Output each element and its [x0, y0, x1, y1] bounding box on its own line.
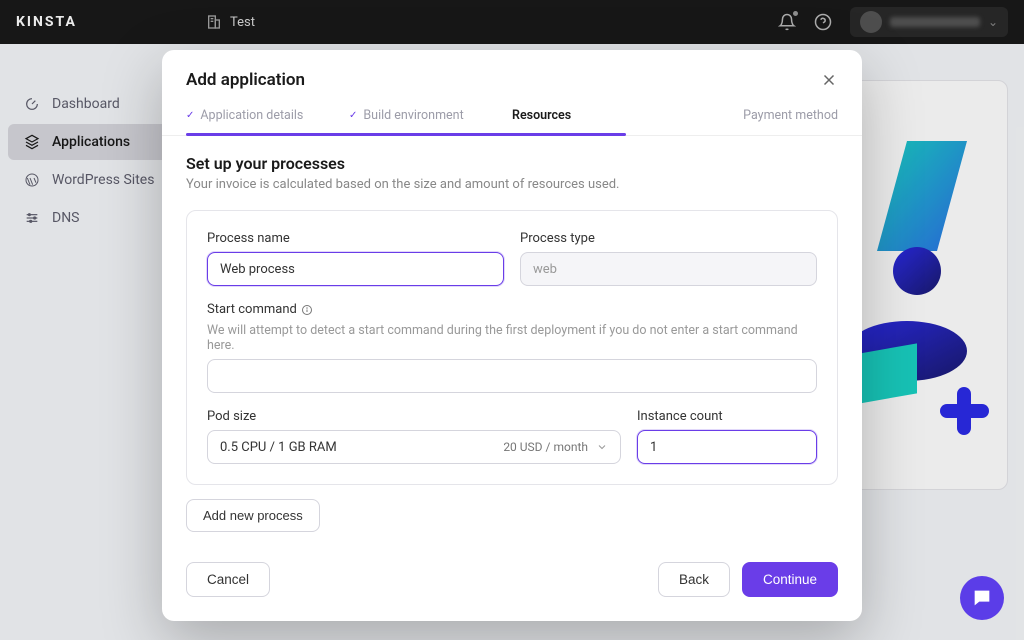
chat-launcher[interactable]: [960, 576, 1004, 620]
step-payment-method[interactable]: Payment method: [675, 108, 838, 135]
instance-count-input[interactable]: [637, 430, 817, 464]
start-command-input[interactable]: [207, 359, 817, 393]
pod-size-price: 20 USD / month: [503, 440, 588, 454]
cancel-button[interactable]: Cancel: [186, 562, 270, 597]
process-type-label: Process type: [520, 231, 817, 246]
section-title: Set up your processes: [186, 154, 838, 173]
modal-title: Add application: [186, 70, 305, 90]
continue-button[interactable]: Continue: [742, 562, 838, 597]
step-build-environment[interactable]: ✓Build environment: [349, 108, 512, 135]
pod-size-label: Pod size: [207, 409, 621, 424]
chat-icon: [971, 587, 993, 609]
instance-count-label: Instance count: [637, 409, 817, 424]
step-application-details[interactable]: ✓Application details: [186, 108, 349, 135]
process-name-label: Process name: [207, 231, 504, 246]
chevron-down-icon: [596, 441, 608, 453]
check-icon: ✓: [186, 110, 194, 121]
start-command-hint: We will attempt to detect a start comman…: [207, 323, 817, 353]
process-name-input[interactable]: [207, 252, 504, 286]
step-resources[interactable]: Resources: [512, 108, 675, 135]
pod-size-value: 0.5 CPU / 1 GB RAM: [220, 440, 337, 455]
close-icon[interactable]: [820, 71, 838, 89]
section-subtitle: Your invoice is calculated based on the …: [186, 177, 838, 192]
process-type-input: [520, 252, 817, 286]
start-command-label: Start command: [207, 302, 817, 317]
check-icon: ✓: [349, 110, 357, 121]
process-card: Process name Process type Start command …: [186, 210, 838, 485]
add-application-modal: Add application ✓Application details ✓Bu…: [162, 50, 862, 621]
pod-size-select[interactable]: 0.5 CPU / 1 GB RAM 20 USD / month: [207, 430, 621, 464]
stepper: ✓Application details ✓Build environment …: [162, 108, 862, 136]
add-new-process-button[interactable]: Add new process: [186, 499, 320, 532]
back-button[interactable]: Back: [658, 562, 730, 597]
info-icon[interactable]: [301, 304, 313, 316]
stepper-progress: [186, 133, 626, 136]
